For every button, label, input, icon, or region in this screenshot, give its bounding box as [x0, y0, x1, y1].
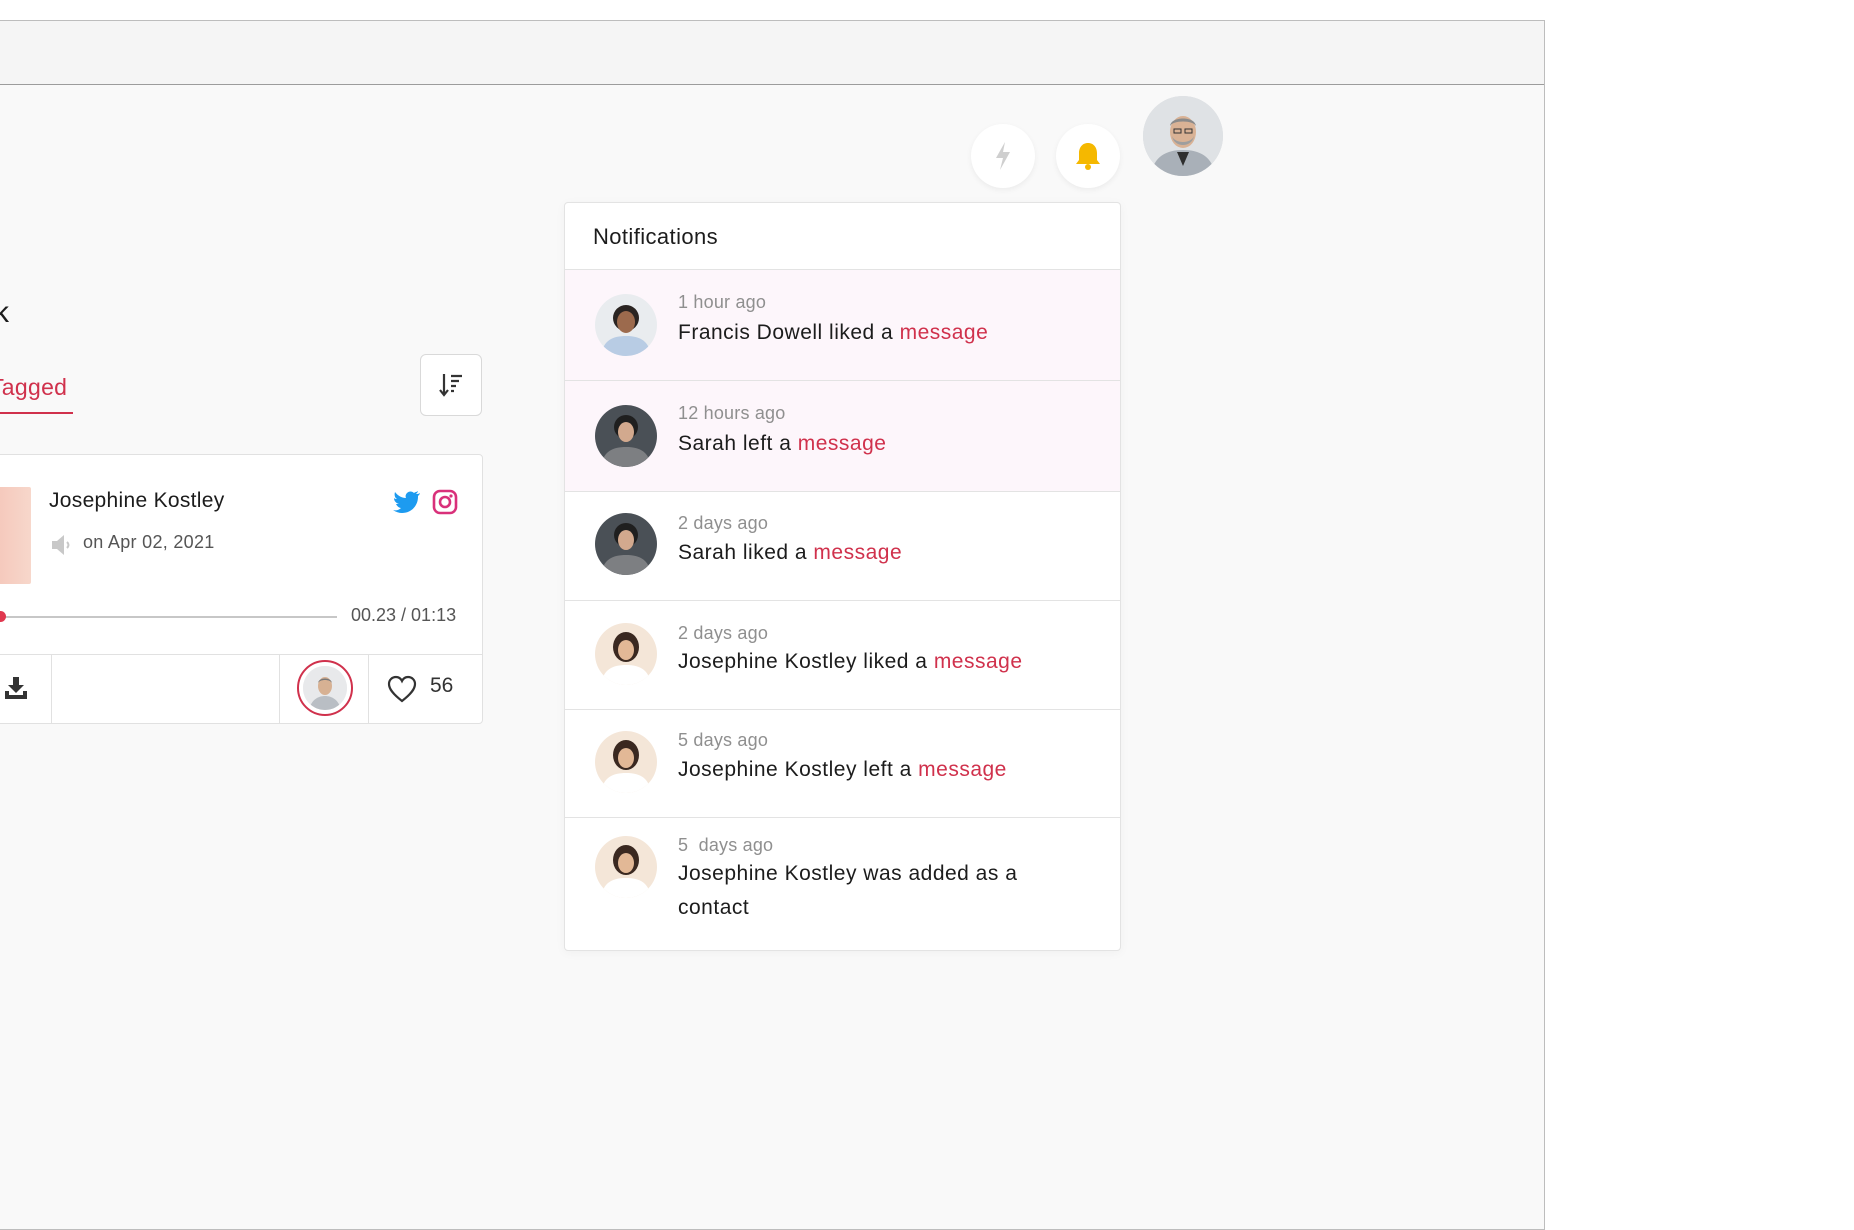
notification-text: Josephine Kostley left a message: [678, 758, 1007, 781]
notification-avatar: [595, 731, 657, 793]
audio-time: 00.23 / 01:13: [351, 605, 457, 625]
notification-avatar: [595, 836, 657, 898]
notification-time: 2 days ago: [678, 513, 769, 533]
speaker-icon: [52, 535, 70, 555]
notification-item[interactable]: 2 days ago Sarah liked a message: [565, 492, 1120, 601]
notification-text: Sarah liked a message: [678, 541, 903, 564]
notification-message-link[interactable]: message: [934, 650, 1023, 673]
notification-time: 12 hours ago: [678, 403, 786, 423]
notification-text: Sarah left a message: [678, 432, 887, 455]
footer-divider: [51, 655, 52, 724]
heart-icon[interactable]: [387, 675, 417, 703]
like-count: 56: [430, 674, 454, 697]
notification-item[interactable]: 2 days ago Josephine Kostley liked a mes…: [565, 601, 1120, 710]
notifications-button[interactable]: [1056, 124, 1120, 188]
sort-icon: [439, 374, 462, 397]
top-bar: [0, 21, 1544, 85]
footer-divider: [368, 655, 369, 724]
notification-time: 5 days ago: [678, 835, 774, 855]
card-author-name: Josephine Kostley: [49, 489, 225, 512]
sort-button[interactable]: [420, 354, 482, 416]
notification-text: Francis Dowell liked a message: [678, 321, 989, 344]
notification-avatar: [595, 623, 657, 685]
reactor-avatar[interactable]: [297, 660, 353, 716]
page-heading: k: [0, 296, 9, 329]
notifications-panel: Notifications 1 hour ago Francis Dowell …: [564, 202, 1121, 951]
tab-tagged[interactable]: Tagged: [0, 374, 67, 401]
notification-message-link[interactable]: message: [900, 321, 989, 344]
download-icon[interactable]: [3, 675, 29, 701]
notifications-title: Notifications: [565, 203, 1120, 270]
notification-item[interactable]: 1 hour ago Francis Dowell liked a messag…: [565, 270, 1120, 381]
instagram-icon[interactable]: [432, 489, 458, 515]
card-date: on Apr 02, 2021: [83, 532, 215, 552]
notification-item[interactable]: 12 hours ago Sarah left a message: [565, 381, 1120, 492]
tab-active-indicator: [0, 412, 73, 414]
notification-message-link[interactable]: message: [798, 432, 887, 455]
lightning-button[interactable]: [971, 124, 1035, 188]
notification-time: 2 days ago: [678, 623, 769, 643]
message-card: Josephine Kostley on Apr 02, 2021 00.23 …: [0, 454, 483, 724]
audio-progress-handle[interactable]: [0, 611, 6, 622]
notification-item[interactable]: 5 days ago Josephine Kostley was added a…: [565, 818, 1120, 950]
notification-text: Josephine Kostley liked a message: [678, 650, 1023, 673]
notification-message-link[interactable]: message: [918, 758, 1007, 781]
bell-icon: [1076, 143, 1100, 170]
notification-avatar: [595, 294, 657, 356]
card-thumbnail: [0, 487, 31, 584]
notification-text: Josephine Kostley was added as a contact: [678, 862, 1018, 919]
lightning-icon: [996, 142, 1010, 170]
notification-time: 1 hour ago: [678, 292, 767, 312]
audio-progress-track[interactable]: [1, 616, 337, 618]
footer-divider: [279, 655, 280, 724]
notification-time: 5 days ago: [678, 730, 769, 750]
twitter-icon[interactable]: [393, 490, 421, 514]
notification-item[interactable]: 5 days ago Josephine Kostley left a mess…: [565, 710, 1120, 818]
notification-avatar: [595, 405, 657, 467]
card-footer: 56: [0, 654, 482, 725]
notification-avatar: [595, 513, 657, 575]
user-avatar[interactable]: [1143, 96, 1223, 176]
notification-message-link[interactable]: message: [813, 541, 902, 564]
